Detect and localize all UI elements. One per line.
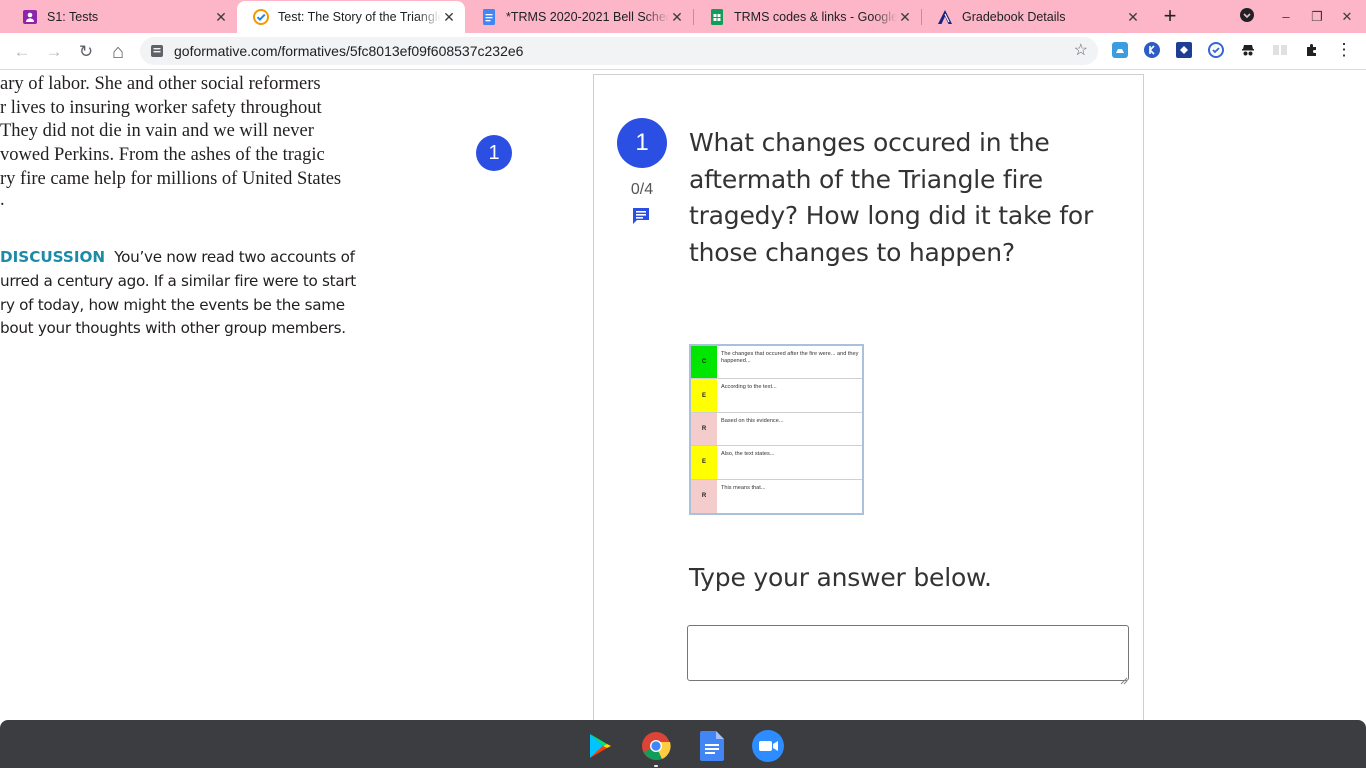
rubric-text: Also, the text states...: [721, 451, 775, 458]
browser-toolbar: ← → ↻ ⌂ goformative.com/formatives/5fc80…: [0, 33, 1366, 70]
reload-button[interactable]: ↻: [74, 40, 98, 64]
back-button[interactable]: ←: [10, 40, 34, 64]
tab-strip: S1: Tests ✕ Test: The Story of the Trian…: [0, 0, 1366, 33]
tab-s1-tests[interactable]: S1: Tests ✕: [6, 0, 237, 33]
passage-line: r lives to insuring worker safety throug…: [0, 98, 322, 118]
tab-gradebook[interactable]: Gradebook Details ✕: [921, 0, 1149, 33]
close-icon[interactable]: ✕: [441, 9, 457, 25]
new-tab-button[interactable]: +: [1158, 5, 1182, 29]
bookmark-star-icon[interactable]: ☆: [1074, 40, 1088, 60]
restore-button[interactable]: ❐: [1307, 7, 1327, 27]
rubric-row: E According to the text...: [691, 379, 862, 413]
securly-extension-icon[interactable]: [1207, 41, 1225, 59]
play-store-icon[interactable]: [584, 730, 616, 762]
cerer-rubric-image: C The changes that occured after the fir…: [689, 344, 864, 515]
discussion-line: DISCUSSION You’ve now read two accounts …: [0, 248, 355, 266]
rubric-row: R This means that...: [691, 479, 862, 513]
site-info-icon[interactable]: [150, 44, 164, 58]
formative-check-icon: [253, 9, 269, 25]
discussion-line: ry of today, how might the events be the…: [0, 296, 345, 314]
passage-line: ry fire came help for millions of United…: [0, 169, 342, 189]
spy-extension-icon[interactable]: [1239, 41, 1257, 59]
address-bar[interactable]: goformative.com/formatives/5fc8013ef09f6…: [140, 37, 1098, 65]
rubric-text: This means that...: [721, 484, 766, 491]
rubric-letter: R: [691, 412, 717, 446]
home-button[interactable]: ⌂: [106, 40, 130, 64]
rubric-letter: R: [691, 479, 717, 513]
reader-extension-icon[interactable]: [1271, 41, 1289, 59]
discussion-heading: DISCUSSION: [0, 248, 106, 266]
passage-line: vowed Perkins. From the ashes of the tra…: [0, 145, 325, 165]
tab-title: Gradebook Details: [962, 9, 1066, 24]
aeries-icon: [937, 9, 953, 25]
extensions-puzzle-icon[interactable]: [1303, 41, 1321, 59]
comment-icon[interactable]: [631, 206, 651, 226]
question-pin-marker[interactable]: 1: [476, 135, 512, 171]
tab-formative-test[interactable]: Test: The Story of the Triangle Factory …: [237, 1, 465, 33]
minimize-button[interactable]: –: [1276, 7, 1296, 27]
question-text: What changes occured in the aftermath of…: [689, 128, 1094, 267]
rubric-letter: C: [691, 346, 717, 379]
zoom-icon[interactable]: [752, 730, 784, 762]
tab-bell-schedule[interactable]: *TRMS 2020-2021 Bell Schedule ✕: [465, 0, 693, 33]
tab-title: TRMS codes & links - Google Sheets: [734, 9, 897, 24]
rubric-row: R Based on this evidence...: [691, 412, 862, 447]
rubric-text: The changes that occured after the fire …: [721, 351, 859, 364]
discussion-line: urred a century ago. If a similar fire w…: [0, 272, 356, 290]
question-score: 0/4: [630, 181, 654, 198]
passage-line: They did not die in vain and we will nev…: [0, 121, 314, 141]
question-number-badge: 1: [617, 118, 667, 168]
person-icon: [22, 9, 38, 25]
tab-title: *TRMS 2020-2021 Bell Schedule: [506, 9, 669, 24]
running-indicator: [654, 765, 658, 767]
passage-line: ary of labor. She and other social refor…: [0, 74, 321, 94]
docs-icon: [481, 8, 497, 25]
os-shelf: [0, 720, 1366, 768]
rubric-row: C The changes that occured after the fir…: [691, 346, 862, 380]
rubric-letter: E: [691, 379, 717, 412]
answer-textarea[interactable]: [687, 625, 1129, 681]
rubric-letter: E: [691, 446, 717, 479]
close-icon[interactable]: ✕: [897, 9, 913, 25]
resize-handle-icon[interactable]: [1120, 672, 1128, 685]
rubric-text: Based on this evidence...: [721, 417, 784, 424]
sheets-icon: [709, 8, 725, 25]
answer-label: Type your answer below.: [689, 563, 992, 592]
browser-menu-icon[interactable]: ⋮: [1335, 40, 1353, 59]
docs-icon[interactable]: [696, 730, 728, 762]
discussion-text: You’ve now read two accounts of: [114, 248, 355, 266]
close-icon[interactable]: ✕: [669, 9, 685, 25]
close-icon[interactable]: ✕: [213, 9, 229, 25]
close-icon[interactable]: ✕: [1125, 9, 1141, 25]
close-window-button[interactable]: ✕: [1337, 7, 1357, 27]
discussion-line: bout your thoughts with other group memb…: [0, 319, 346, 337]
forward-button[interactable]: →: [42, 40, 66, 64]
tab-codes-links[interactable]: TRMS codes & links - Google Sheets ✕: [693, 0, 921, 33]
tab-search-icon[interactable]: [1237, 7, 1257, 27]
chrome-icon[interactable]: [640, 730, 672, 762]
tab-title: S1: Tests: [47, 9, 99, 24]
drive-extension-icon[interactable]: [1111, 41, 1129, 59]
rubric-text: According to the text...: [721, 384, 777, 391]
question-panel: 1 0/4 What changes occured in the afterm…: [593, 74, 1144, 720]
tab-title: Test: The Story of the Triangle Factory …: [278, 10, 441, 24]
screencast-extension-icon[interactable]: [1175, 41, 1193, 59]
rubric-row: E Also, the text states...: [691, 446, 862, 480]
url-text[interactable]: goformative.com/formatives/5fc8013ef09f6…: [174, 43, 523, 59]
kami-extension-icon[interactable]: [1143, 41, 1161, 59]
passage-line: .: [0, 190, 5, 210]
